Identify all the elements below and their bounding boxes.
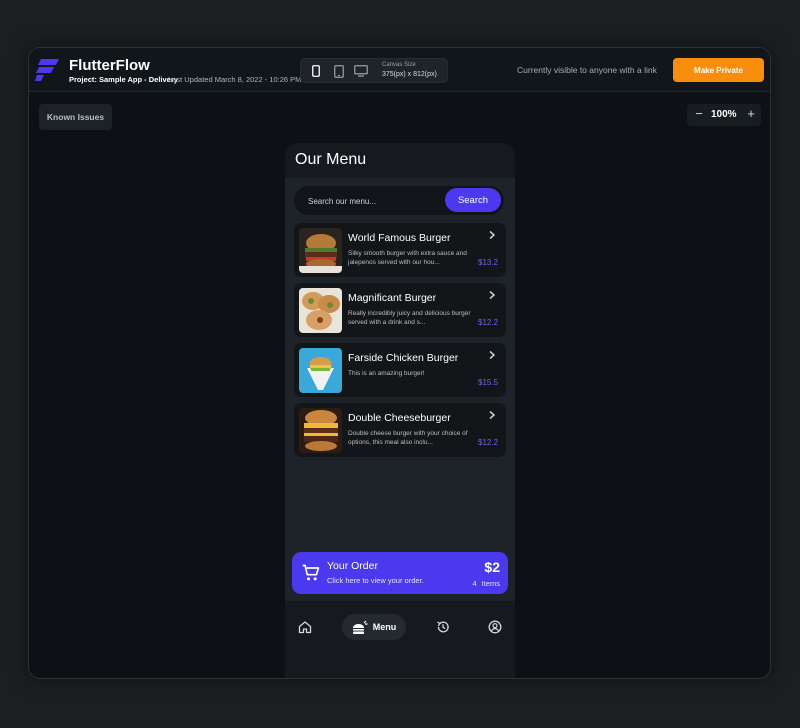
top-bar: FlutterFlow Project: Sample App - Delive…: [29, 48, 770, 92]
home-icon: [298, 620, 312, 634]
burger-image: [299, 288, 342, 333]
menu-item-price: $12.2: [478, 318, 498, 327]
zoom-control: − 100% +: [687, 104, 761, 126]
project-name: Project: Sample App - Delivery: [69, 75, 178, 84]
profile-icon: [488, 620, 502, 634]
nav-home[interactable]: [297, 614, 313, 640]
last-updated: Last Updated March 8, 2022 - 10:26 PM: [168, 75, 301, 84]
app-name: FlutterFlow: [69, 57, 150, 74]
visibility-text: Currently visible to anyone with a link: [517, 65, 657, 75]
chevron-right-icon: [487, 410, 497, 420]
item-count: 4: [472, 579, 476, 588]
menu-item-description: This is an amazing burger!: [348, 369, 472, 378]
menu-item-card[interactable]: Magnificant Burger Really incredibly jui…: [294, 283, 506, 337]
known-issues-button[interactable]: Known Issues: [39, 104, 112, 130]
bottom-nav: Menu: [285, 601, 515, 679]
menu-item-title: World Famous Burger: [348, 232, 451, 244]
flutterflow-window: FlutterFlow Project: Sample App - Delive…: [28, 47, 771, 679]
burger-image: [299, 228, 342, 273]
desktop-icon[interactable]: [352, 63, 370, 79]
menu-item-title: Magnificant Burger: [348, 292, 436, 304]
menu-item-card[interactable]: Farside Chicken Burger This is an amazin…: [294, 343, 506, 397]
burger-image: [299, 348, 342, 393]
flutterflow-logo-icon: [35, 58, 61, 82]
page-title: Our Menu: [295, 151, 366, 169]
menu-item-card[interactable]: Double Cheeseburger Double cheese burger…: [294, 403, 506, 457]
search-input[interactable]: [308, 194, 438, 208]
nav-history[interactable]: [435, 614, 451, 640]
menu-item-description: Double cheese burger with your choice of…: [348, 429, 472, 447]
device-selector: Canvas Size 375(px) x 812(px): [300, 58, 448, 83]
phone-canvas: Our Menu Search World Famous Burger Sil: [285, 143, 515, 679]
make-private-button[interactable]: Make Private: [673, 58, 764, 82]
fastfood-icon: [352, 620, 368, 635]
order-title: Your Order: [327, 560, 378, 572]
menu-item-price: $13.2: [478, 258, 498, 267]
cart-icon: [301, 563, 321, 583]
tablet-icon[interactable]: [330, 63, 348, 79]
menu-item-description: Really incredibly juicy and delicious bu…: [348, 309, 472, 327]
your-order-button[interactable]: Your Order Click here to view your order…: [292, 552, 508, 594]
zoom-out-button[interactable]: −: [693, 106, 705, 121]
zoom-level: 100%: [711, 109, 737, 120]
nav-profile[interactable]: [487, 614, 503, 640]
nav-menu[interactable]: Menu: [342, 614, 406, 640]
canvas-size-value: 375(px) x 812(px): [382, 71, 437, 78]
zoom-in-button[interactable]: +: [745, 106, 757, 121]
burger-image: [299, 408, 342, 453]
canvas-size-label: Canvas Size: [382, 62, 416, 68]
menu-item-price: $15.5: [478, 378, 498, 387]
search-button[interactable]: Search: [445, 188, 501, 212]
chevron-right-icon: [487, 350, 497, 360]
menu-item-title: Double Cheeseburger: [348, 412, 451, 424]
menu-item-description: Silky smooth burger with extra sauce and…: [348, 249, 472, 267]
chevron-right-icon: [487, 290, 497, 300]
items-label: Items: [482, 579, 500, 588]
nav-menu-label: Menu: [373, 622, 397, 632]
order-item-count: 4 Items: [472, 579, 500, 588]
menu-item-price: $12.2: [478, 438, 498, 447]
phone-icon[interactable]: [307, 63, 325, 79]
history-icon: [436, 620, 450, 634]
chevron-right-icon: [487, 230, 497, 240]
order-total: $2: [484, 559, 500, 575]
search-bar: Search: [294, 186, 504, 215]
menu-item-card[interactable]: World Famous Burger Silky smooth burger …: [294, 223, 506, 277]
phone-header: Our Menu: [285, 143, 515, 178]
order-subtitle: Click here to view your order.: [327, 576, 424, 585]
menu-item-title: Farside Chicken Burger: [348, 352, 458, 364]
